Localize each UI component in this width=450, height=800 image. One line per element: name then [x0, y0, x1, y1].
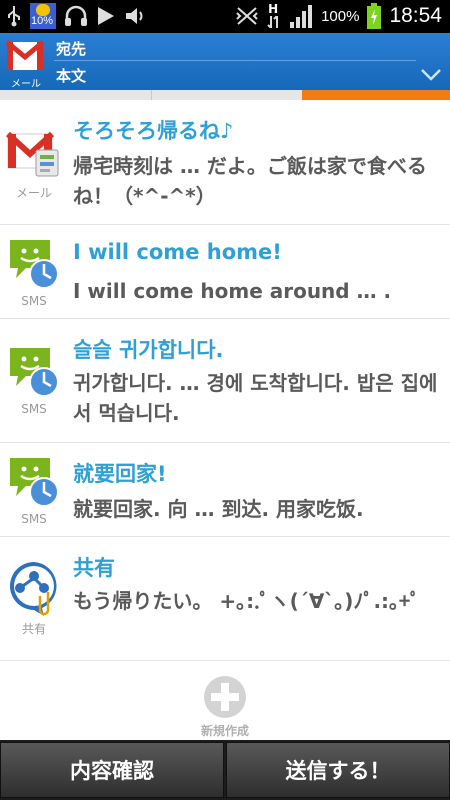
new-template-button[interactable]: 新規作成 — [180, 672, 270, 740]
list-item[interactable]: SMS 就要回家! 就要回家. 向 … 到达. 用家吃饭. — [0, 442, 450, 537]
signal-icon — [290, 5, 313, 28]
tab-active-indicator[interactable] — [302, 90, 450, 100]
new-template-label: 新規作成 — [200, 724, 249, 738]
item-body: 就要回家. 向 … 到达. 用家吃饭. — [73, 497, 364, 521]
item-type-label: SMS — [21, 294, 47, 308]
clock: 18:54 — [389, 4, 442, 27]
item-title: そろそろ帰るね♪ — [73, 119, 234, 143]
vibrate-icon — [236, 7, 258, 25]
bottom-action-bar: 内容確認 送信する！ — [0, 740, 450, 800]
compose-header: メール 宛先 本文 — [0, 33, 450, 90]
weather-label: 10% — [31, 15, 54, 27]
confirm-button[interactable]: 内容確認 — [0, 742, 224, 798]
signal-label: H — [268, 2, 279, 16]
tab-indicator-bar — [0, 90, 450, 100]
headset-icon — [65, 5, 87, 26]
system-icons: H 100% 18:54 — [235, 2, 442, 29]
notification-icons: 10% — [6, 3, 146, 29]
play-icon — [98, 7, 114, 25]
usb-icon — [8, 6, 20, 27]
data-icon: H — [267, 2, 281, 28]
battery-icon — [367, 3, 382, 29]
battery-percent: 100% — [321, 7, 360, 25]
item-title: 就要回家! — [73, 462, 167, 486]
app-button[interactable]: メール — [6, 37, 44, 90]
item-type-label: メール — [15, 186, 52, 200]
item-title: 슬슬 귀가합니다. — [73, 338, 224, 362]
item-type-label: SMS — [21, 402, 47, 416]
to-field-label[interactable]: 宛先 — [56, 38, 86, 59]
item-body: 귀가합니다. … 경에 도착합니다. 밥은 집에서 먹습니다. — [73, 371, 438, 425]
item-body: 帰宅時刻は … だよ。ご飯は家で食べるね！（*^-^*） — [73, 154, 427, 208]
status-bar: 10% H 100% 18:54 — [0, 0, 450, 33]
list-item[interactable]: 共有 共有 もう帰りたい。 +｡:.ﾟヽ(´∀`｡)ﾉﾟ.:｡+ﾟ — [0, 536, 450, 661]
plus-icon — [204, 676, 246, 718]
item-body: もう帰りたい。 +｡:.ﾟヽ(´∀`｡)ﾉﾟ.:｡+ﾟ — [73, 589, 421, 613]
weather-icon: 10% — [30, 3, 56, 29]
list-item[interactable]: メール そろそろ帰るね♪ 帰宅時刻は … だよ。ご飯は家で食べるね！（*^-^*… — [0, 100, 450, 225]
send-button[interactable]: 送信する！ — [226, 742, 450, 798]
body-field-label[interactable]: 本文 — [56, 65, 86, 86]
chevron-down-icon[interactable] — [418, 61, 444, 87]
tab-separator — [151, 90, 152, 100]
item-title: I will come home! — [73, 240, 282, 264]
item-body: I will come home around … . — [73, 279, 392, 303]
gmail-icon — [6, 40, 44, 70]
list-item[interactable]: SMS I will come home! I will come home a… — [0, 224, 450, 319]
volume-icon — [126, 8, 143, 24]
list-item[interactable]: SMS 슬슬 귀가합니다. 귀가합니다. … 경에 도착합니다. 밥은 집에서 … — [0, 318, 450, 443]
item-title: 共有 — [73, 556, 115, 580]
item-type-label: 共有 — [21, 622, 46, 636]
app-label: メール — [11, 79, 41, 90]
header-divider — [54, 60, 416, 61]
share-icon — [6, 558, 66, 628]
item-type-label: SMS — [21, 512, 47, 526]
